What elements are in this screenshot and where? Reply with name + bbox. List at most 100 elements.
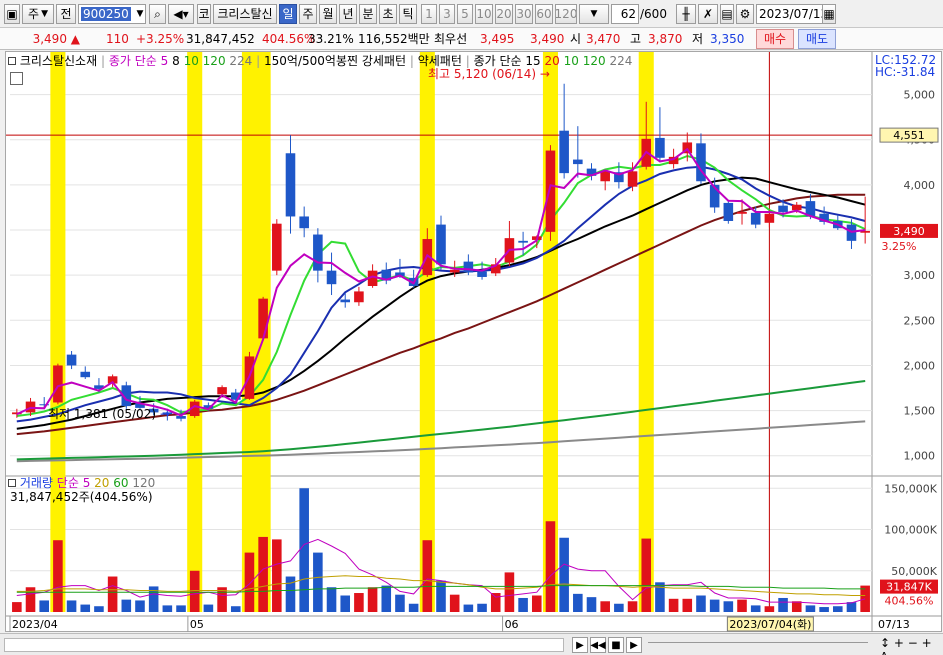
volume-bar <box>573 593 583 612</box>
chart-scrollbar[interactable]: ▶ ◀◀ ■ ▶ ↕ + − + A <box>0 633 943 655</box>
candle-body <box>340 299 351 303</box>
font-size-icon[interactable]: A <box>880 650 888 655</box>
tick-1-button[interactable]: 1 <box>421 4 437 24</box>
candle-body <box>299 216 309 229</box>
chart-area[interactable]: 1,0001,5002,0002,5003,0003,5004,0004,500… <box>5 51 942 632</box>
volume-bar <box>258 536 268 612</box>
window-icon[interactable]: ▣ <box>4 4 20 24</box>
candle-body <box>66 354 77 366</box>
volume-bar <box>518 597 528 612</box>
candle-body <box>750 212 761 225</box>
scroll-track[interactable] <box>4 638 564 652</box>
vol-ma-5: 5 <box>82 476 91 490</box>
volume-bar <box>449 594 460 612</box>
candle-body <box>627 171 638 187</box>
calendar-icon[interactable]: ▦ <box>822 4 836 24</box>
speaker-icon[interactable]: ◀▾ <box>168 4 194 24</box>
tick-30-button[interactable]: 30 <box>515 4 533 24</box>
prev-button[interactable]: 전 <box>56 4 76 24</box>
grid-icon[interactable] <box>10 72 23 85</box>
period-tick-button[interactable]: 틱 <box>399 4 417 24</box>
volume-bar <box>244 552 255 612</box>
candle-body <box>573 159 583 165</box>
legend-toggle-icon[interactable] <box>8 479 16 487</box>
price-text: 3,490 <box>32 32 67 46</box>
page-total: /600 <box>640 7 667 21</box>
min-price-text: 최저 1,381 (05/02) <box>48 407 157 421</box>
period-day-button[interactable]: 일 <box>279 4 297 24</box>
legend-toggle-icon[interactable] <box>8 57 16 65</box>
plus-icon[interactable]: + <box>894 636 904 650</box>
candle-body <box>53 365 63 403</box>
ma-10: 10 <box>183 54 199 68</box>
play-button[interactable]: ▶ <box>626 637 642 653</box>
date-label: 07/13 <box>878 618 910 631</box>
volume-legend: 거래량 단순 5 20 60 120 <box>8 476 155 490</box>
price-volume-chart[interactable]: 1,0001,5002,0002,5003,0003,5004,0004,500… <box>6 52 942 632</box>
candle-body <box>764 213 775 223</box>
period-week-button[interactable]: 주 <box>299 4 317 24</box>
candle-body <box>449 269 460 273</box>
pattern-highlight <box>419 52 435 612</box>
volume-bar <box>764 606 775 612</box>
page-input[interactable]: 62 <box>611 4 639 24</box>
tick-20-button[interactable]: 20 <box>495 4 513 24</box>
candle-body <box>723 202 734 221</box>
sell-button[interactable]: 매도 <box>798 29 836 49</box>
tick-60-button[interactable]: 60 <box>535 4 553 24</box>
minus-icon[interactable]: − <box>908 636 918 650</box>
period-month-button[interactable]: 월 <box>319 4 337 24</box>
ma-224: 224 <box>229 54 253 68</box>
quote-bar: 3,490 ▲ 110 +3.25% 31,847,452 404.56% 33… <box>0 28 943 50</box>
tick-3-button[interactable]: 3 <box>439 4 455 24</box>
stop-button[interactable]: ■ <box>608 637 624 653</box>
save-icon[interactable]: ▤ <box>720 4 734 24</box>
gear-icon[interactable]: ⚙ <box>736 4 754 24</box>
plus-icon[interactable]: + <box>922 636 932 650</box>
candle-body <box>285 153 296 217</box>
stock-name-field[interactable]: 크리스탈신 <box>213 4 277 24</box>
hc-label: HC:-31.84 <box>875 65 936 79</box>
period-minute-button[interactable]: 분 <box>359 4 377 24</box>
volume-bar <box>354 593 364 612</box>
ma2-120: 120 <box>582 54 606 68</box>
interval-select[interactable]: ▼ <box>579 4 609 24</box>
tick-120-button[interactable]: 120 <box>555 4 577 24</box>
candle-body <box>272 223 282 271</box>
volume-bar <box>162 605 173 612</box>
rewind-button[interactable]: ◀◀ <box>590 637 606 653</box>
vol-ma-120: 120 <box>132 476 156 490</box>
pattern-strong: 150억/500억봉찐 강세패턴 <box>264 54 407 68</box>
candle-body <box>791 204 802 211</box>
candle-icon[interactable]: ╫ <box>676 4 696 24</box>
volume-bar <box>750 605 761 612</box>
volume-bar <box>819 607 829 612</box>
search-icon[interactable]: ⌕ <box>149 4 166 24</box>
zoom-slider[interactable] <box>648 642 868 648</box>
scroll-right-button[interactable]: ▶ <box>572 637 588 653</box>
buy-button[interactable]: 매수 <box>756 29 794 49</box>
crosshair-icon[interactable]: ✗ <box>698 4 718 24</box>
price-tag: 4,551 <box>893 129 925 142</box>
volume-bar <box>682 598 693 612</box>
candle-body <box>559 130 569 174</box>
date-input[interactable]: 2023/07/13 <box>756 4 824 24</box>
tick-5-button[interactable]: 5 <box>457 4 473 24</box>
volume-desc: 31,847,452주(404.56%) <box>10 490 153 504</box>
market-select[interactable]: 주 ▼ <box>22 4 54 24</box>
ma-5: 5 <box>160 54 169 68</box>
divider: | <box>409 54 414 68</box>
volume-bar <box>326 587 337 612</box>
volume-bar <box>531 595 542 612</box>
arrow-icon: → <box>159 407 170 421</box>
crosshair-date: 2023/07/04(화) <box>729 618 811 631</box>
period-second-button[interactable]: 초 <box>379 4 397 24</box>
tick-10-button[interactable]: 10 <box>475 4 493 24</box>
max-price-text: 최고 5,120 (06/14) <box>428 67 537 81</box>
volume-bar <box>66 600 77 612</box>
chevron-down-icon[interactable]: ▼ <box>132 4 148 24</box>
market-select-label: 주 <box>28 7 40 21</box>
period-year-button[interactable]: 년 <box>339 4 357 24</box>
candle-body <box>326 270 337 285</box>
zoom-in-icon[interactable]: ↕ <box>880 636 890 650</box>
